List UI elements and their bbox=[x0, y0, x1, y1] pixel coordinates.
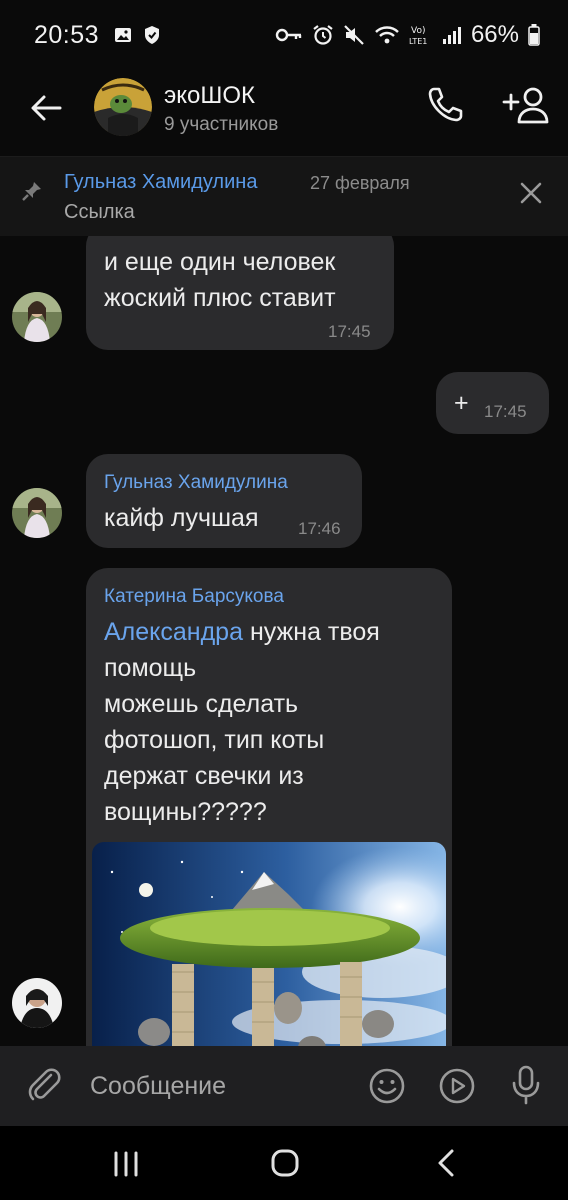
home-icon[interactable] bbox=[270, 1148, 300, 1178]
video-message-icon[interactable] bbox=[438, 1067, 476, 1105]
wifi-icon bbox=[375, 26, 399, 44]
avatar[interactable] bbox=[12, 978, 62, 1028]
message-author[interactable]: Катерина Барсукова bbox=[104, 586, 284, 608]
system-navigation-bar bbox=[0, 1126, 568, 1200]
back-arrow-icon[interactable] bbox=[26, 88, 66, 128]
recent-apps-icon[interactable] bbox=[112, 1150, 140, 1178]
phone-icon[interactable] bbox=[424, 84, 466, 126]
message-bubble[interactable]: Катерина Барсукова Александра нужна твоя… bbox=[86, 568, 452, 1046]
message-author[interactable]: Гульназ Хамидулина bbox=[104, 472, 288, 494]
message-text: держат свечки из bbox=[104, 762, 304, 790]
chat-header: экоШОК 9 участников bbox=[0, 70, 568, 150]
emoji-icon[interactable] bbox=[368, 1067, 406, 1105]
signal-icon bbox=[442, 27, 461, 44]
pinned-date: 27 февраля bbox=[310, 173, 410, 193]
pin-icon bbox=[22, 182, 41, 201]
mention-link[interactable]: Александра bbox=[104, 618, 243, 646]
chat-avatar[interactable] bbox=[94, 78, 152, 136]
close-icon[interactable] bbox=[518, 180, 544, 206]
message-time: 17:46 bbox=[298, 519, 341, 538]
message-text: нужна твоя bbox=[243, 618, 380, 646]
message-text: фотошоп, тип коты bbox=[104, 726, 325, 754]
volte-icon: Vo)LTE1 bbox=[409, 26, 427, 46]
message-bubble[interactable]: и еще один человек жоский плюс ставит 17… bbox=[86, 236, 394, 350]
participants-count[interactable]: 9 участников bbox=[164, 114, 278, 136]
microphone-icon[interactable] bbox=[510, 1064, 542, 1106]
pinned-message[interactable]: Гульназ Хамидулина 27 февраля Ссылка bbox=[0, 156, 568, 236]
nav-back-icon[interactable] bbox=[434, 1148, 458, 1178]
pinned-text: Ссылка bbox=[64, 201, 135, 223]
avatar[interactable] bbox=[12, 488, 62, 538]
svg-text:LTE1: LTE1 bbox=[409, 37, 427, 46]
message-text: помощь bbox=[104, 654, 197, 682]
message-text: жоский плюс ставит bbox=[104, 284, 336, 312]
message-composer bbox=[0, 1046, 568, 1126]
message-text: вощины????? bbox=[104, 798, 267, 826]
message-bubble-outgoing[interactable]: + 17:45 bbox=[436, 372, 549, 434]
avatar[interactable] bbox=[12, 292, 62, 342]
message-time: 17:45 bbox=[484, 402, 527, 421]
message-text: и еще один человек bbox=[104, 248, 336, 276]
message-text: + bbox=[454, 389, 469, 417]
message-text: можешь сделать bbox=[104, 690, 299, 718]
svg-text:Vo): Vo) bbox=[411, 26, 425, 36]
shield-icon bbox=[145, 26, 160, 44]
message-list[interactable]: и еще один человек жоский плюс ставит 17… bbox=[0, 236, 568, 1046]
gallery-icon bbox=[115, 28, 132, 42]
message-time: 17:45 bbox=[328, 322, 371, 341]
mute-icon bbox=[344, 25, 364, 45]
status-time: 20:53 bbox=[34, 20, 100, 49]
key-icon bbox=[275, 28, 302, 42]
paperclip-icon[interactable] bbox=[24, 1064, 64, 1104]
battery-percent: 66% bbox=[470, 21, 519, 48]
status-bar: 20:53 Vo) LTE1 66% bbox=[0, 0, 568, 70]
add-user-icon[interactable] bbox=[500, 84, 552, 126]
message-text-line: Александра нужна твоя bbox=[104, 614, 380, 650]
battery-icon bbox=[528, 24, 540, 46]
message-bubble[interactable]: Гульназ Хамидулина кайф лучшая 17:46 bbox=[86, 454, 362, 548]
pinned-author: Гульназ Хамидулина bbox=[64, 171, 258, 193]
message-text: кайф лучшая bbox=[104, 504, 259, 532]
message-input[interactable] bbox=[90, 1066, 340, 1106]
chat-title[interactable]: экоШОК bbox=[164, 82, 255, 110]
alarm-icon bbox=[313, 25, 333, 45]
message-photo[interactable] bbox=[92, 842, 446, 1046]
